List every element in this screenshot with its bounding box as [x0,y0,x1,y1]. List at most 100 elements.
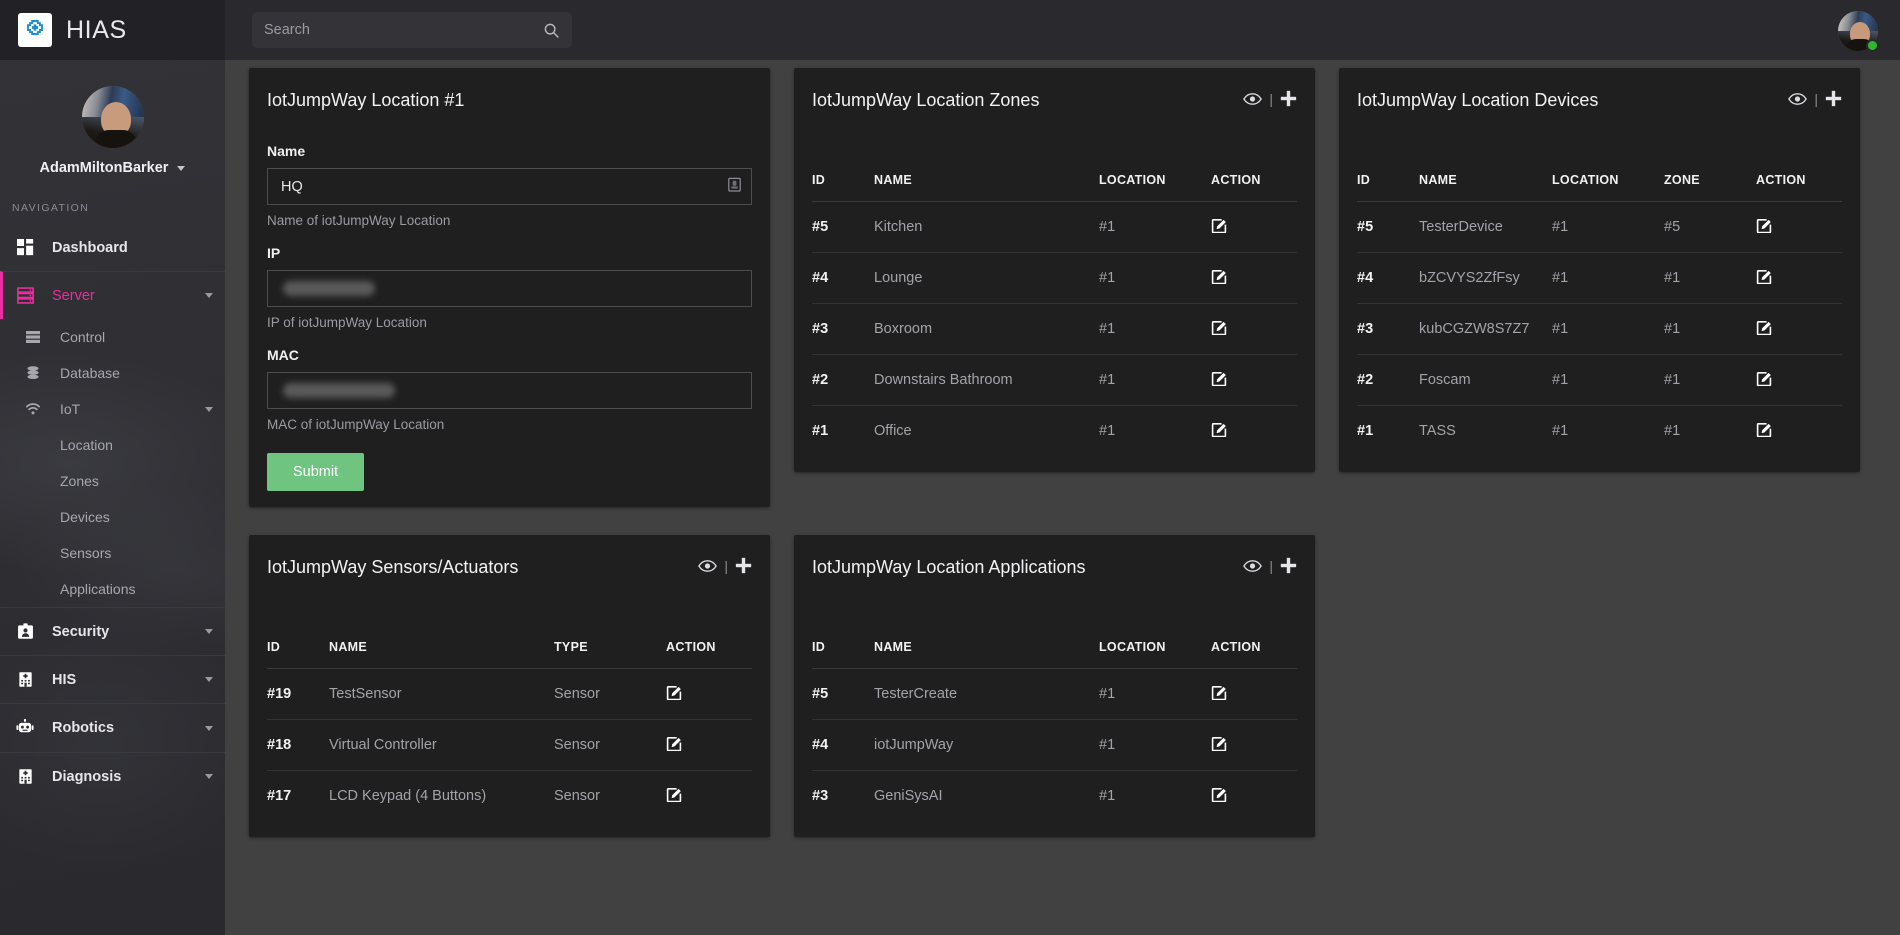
sidebar-item-security[interactable]: Security [0,607,225,655]
table-row[interactable]: #3 GeniSysAI #1 [812,771,1297,822]
sidebar-item-zones[interactable]: Zones [0,463,225,499]
user-menu[interactable] [1838,11,1879,52]
table-row[interactable]: #5 TesterCreate #1 [812,668,1297,720]
sidebar-item-database[interactable]: Database [0,355,225,391]
table-row[interactable]: #17 LCD Keypad (4 Buttons) Sensor [267,771,752,822]
table-row[interactable]: #4 bZCVYS2ZfFsy #1 #1 [1357,252,1842,304]
edit-icon[interactable] [666,684,682,700]
sidebar-item-iot[interactable]: IoT [0,391,225,427]
edit-icon[interactable] [1756,217,1772,233]
eye-icon[interactable] [1243,559,1263,573]
edit-icon[interactable] [1756,319,1772,335]
row-action[interactable] [666,668,752,720]
table-row[interactable]: #3 kubCGZW8S7Z7 #1 #1 [1357,303,1842,355]
sidebar-item-robotics[interactable]: Robotics [0,703,225,752]
sidebar-item-server[interactable]: Server [0,271,225,319]
edit-icon[interactable] [1756,370,1772,386]
row-action[interactable] [1756,201,1842,253]
ip-field[interactable] [267,270,752,307]
row-action[interactable] [1756,252,1842,304]
table-row[interactable]: #5 TesterDevice #1 #5 [1357,201,1842,253]
table-row[interactable]: #1 Office #1 [812,406,1297,457]
card-header: IotJumpWay Sensors/Actuators | [267,557,752,578]
row-location: #1 [1099,719,1211,771]
mac-field[interactable] [267,372,752,409]
plus-icon[interactable] [735,557,752,574]
edit-icon[interactable] [1211,421,1227,437]
edit-icon[interactable] [1211,370,1227,386]
table-row[interactable]: #18 Virtual Controller Sensor [267,719,752,771]
search-icon[interactable] [543,22,560,39]
table-row[interactable]: #2 Downstairs Bathroom #1 [812,354,1297,406]
eye-icon[interactable] [1243,92,1263,106]
table-row[interactable]: #5 Kitchen #1 [812,201,1297,253]
status-badge [1866,39,1879,52]
edit-icon[interactable] [666,735,682,751]
table-row[interactable]: #19 TestSensor Sensor [267,668,752,720]
row-location: #1 [1099,788,1116,804]
edit-icon[interactable] [1211,217,1227,233]
eye-icon[interactable] [698,559,718,573]
row-action[interactable] [666,771,752,822]
row-action[interactable] [1211,354,1297,406]
row-action[interactable] [1756,354,1842,406]
submit-button[interactable]: Submit [267,453,365,491]
table-row[interactable]: #4 iotJumpWay #1 [812,719,1297,771]
search-input[interactable] [264,22,543,38]
sidebar-item-diagnosis[interactable]: Diagnosis [0,752,225,800]
row-action[interactable] [1211,719,1297,771]
table-row[interactable]: #1 TASS #1 #1 [1357,406,1842,457]
plus-icon[interactable] [1280,90,1297,107]
eye-icon[interactable] [1788,92,1808,106]
sidebar-item-his[interactable]: HIS [0,655,225,703]
sidebar-item-control[interactable]: Control [0,319,225,355]
row-action[interactable] [1756,406,1842,457]
server-lines-icon [22,329,44,345]
table-row[interactable]: #4 Lounge #1 [812,252,1297,304]
separator: | [1814,90,1818,107]
row-action[interactable] [1211,303,1297,355]
table-header-row: ID NAME LOCATION ACTION [812,640,1297,669]
row-action[interactable] [1756,303,1842,355]
row-action[interactable] [1211,201,1297,253]
name-field-group: Name Name of iotJumpWay Lo [267,143,752,228]
row-action[interactable] [1211,252,1297,304]
edit-icon[interactable] [1211,684,1227,700]
table-row[interactable]: #3 Boxroom #1 [812,303,1297,355]
row-action[interactable] [1211,771,1297,822]
profile-name[interactable]: AdamMiltonBarker [0,160,225,176]
row-name: Boxroom [874,303,1099,355]
sidebar-item-dashboard[interactable]: Dashboard [0,224,225,271]
card-actions: | [1788,90,1842,107]
row-name: LCD Keypad (4 Buttons) [329,788,487,804]
sidebar-profile[interactable]: AdamMiltonBarker [0,60,225,182]
sidebar-item-devices[interactable]: Devices [0,499,225,535]
name-field[interactable] [267,168,752,205]
row-action[interactable] [1211,406,1297,457]
edit-icon[interactable] [1756,268,1772,284]
sidebar-item-location[interactable]: Location [0,427,225,463]
edit-icon[interactable] [1211,319,1227,335]
row-location: #1 [1552,423,1569,439]
edit-icon[interactable] [1211,735,1227,751]
edit-icon[interactable] [1211,268,1227,284]
row-zone: #1 [1664,252,1756,304]
card-grid: IotJumpWay Location #1 Name HQ Name of i… [225,68,1900,865]
clipboard-icon[interactable] [728,177,741,197]
plus-icon[interactable] [1280,557,1297,574]
edit-icon[interactable] [1211,786,1227,802]
sidebar-item-sensors[interactable]: Sensors [0,535,225,571]
table-row[interactable]: #2 Foscam #1 #1 [1357,354,1842,406]
search-box[interactable] [252,12,572,48]
ip-hint: IP of iotJumpWay Location [267,315,427,330]
name-input[interactable] [281,178,728,195]
plus-icon[interactable] [1825,90,1842,107]
edit-icon[interactable] [1756,421,1772,437]
edit-icon[interactable] [666,786,682,802]
sidebar-item-applications[interactable]: Applications [0,571,225,607]
brand-area[interactable]: HIAS [0,0,225,60]
row-action[interactable] [1211,668,1297,720]
row-action[interactable] [666,719,752,771]
